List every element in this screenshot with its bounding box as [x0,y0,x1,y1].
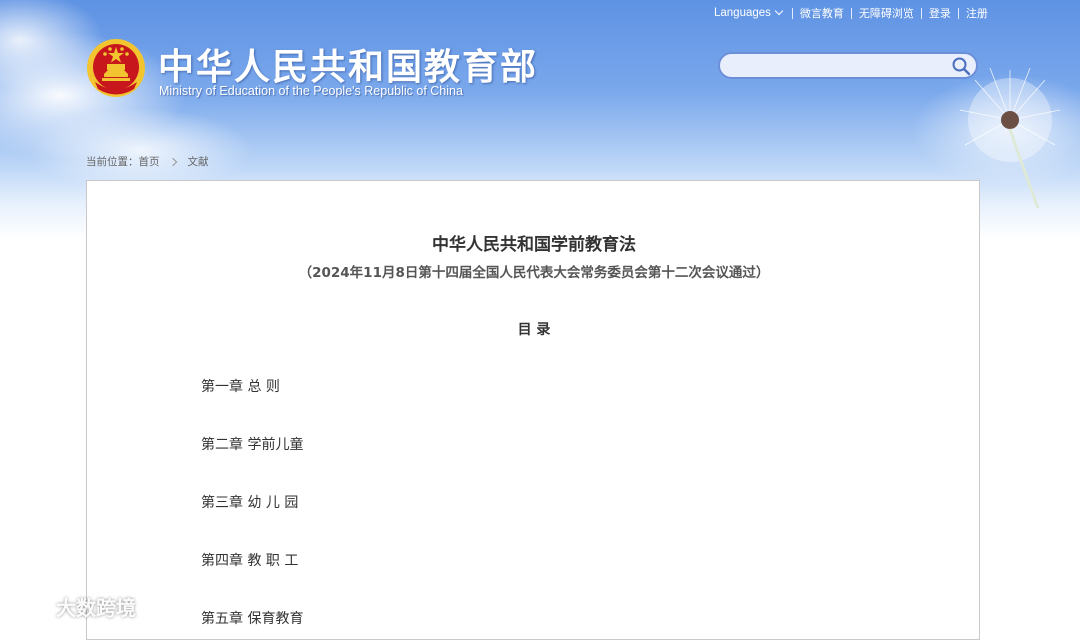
site-title-cn: 中华人民共和国教育部 [158,47,539,88]
register-link[interactable]: 注册 [966,5,988,21]
toc-item-chapter-5[interactable]: 第五章 保育教育 [201,608,303,628]
breadcrumb: 当前位置： 首页 文献 [86,154,209,169]
watermark-text: 大数跨境 [56,595,136,620]
toc-item-chapter-4[interactable]: 第四章 教 职 工 [201,550,298,570]
search-input[interactable] [732,57,942,75]
accessible-browse-link[interactable]: 无障碍浏览 [859,5,914,21]
watermark: 大数跨境 [8,592,136,620]
toc-item-chapter-3[interactable]: 第三章 幼 儿 园 [201,492,298,512]
watermark-logo-icon [10,596,50,616]
breadcrumb-prefix: 当前位置： [86,156,139,168]
divider [920,7,922,19]
top-links-bar: Languages 微言教育 无障碍浏览 登录 注册 [714,5,988,21]
divider [957,7,959,19]
toc-item-chapter-1[interactable]: 第一章 总 则 [201,376,280,396]
breadcrumb-home-link[interactable]: 首页 [139,154,160,169]
search-box [718,52,978,79]
divider [791,7,793,19]
chevron-down-icon [774,6,784,16]
toc-item-chapter-2[interactable]: 第二章 学前儿童 [201,434,303,454]
languages-menu[interactable]: Languages [714,6,784,19]
chevron-right-icon [168,157,177,166]
article-subtitle: （2024年11月8日第十四届全国人民代表大会常务委员会第十二次会议通过） [298,265,770,281]
search-button[interactable] [951,56,971,76]
breadcrumb-current: 文献 [187,156,209,168]
weiyan-link[interactable]: 微言教育 [800,5,844,21]
site-title-en: Ministry of Education of the People's Re… [159,84,463,98]
article-panel: 中华人民共和国学前教育法 （2024年11月8日第十四届全国人民代表大会常务委员… [86,180,980,640]
search-icon [952,57,971,76]
national-emblem [87,39,145,97]
toc-heading: 目 录 [517,322,551,338]
login-link[interactable]: 登录 [929,5,951,21]
divider [850,7,852,19]
languages-label: Languages [714,7,771,19]
article-title: 中华人民共和国学前教育法 [432,235,636,255]
